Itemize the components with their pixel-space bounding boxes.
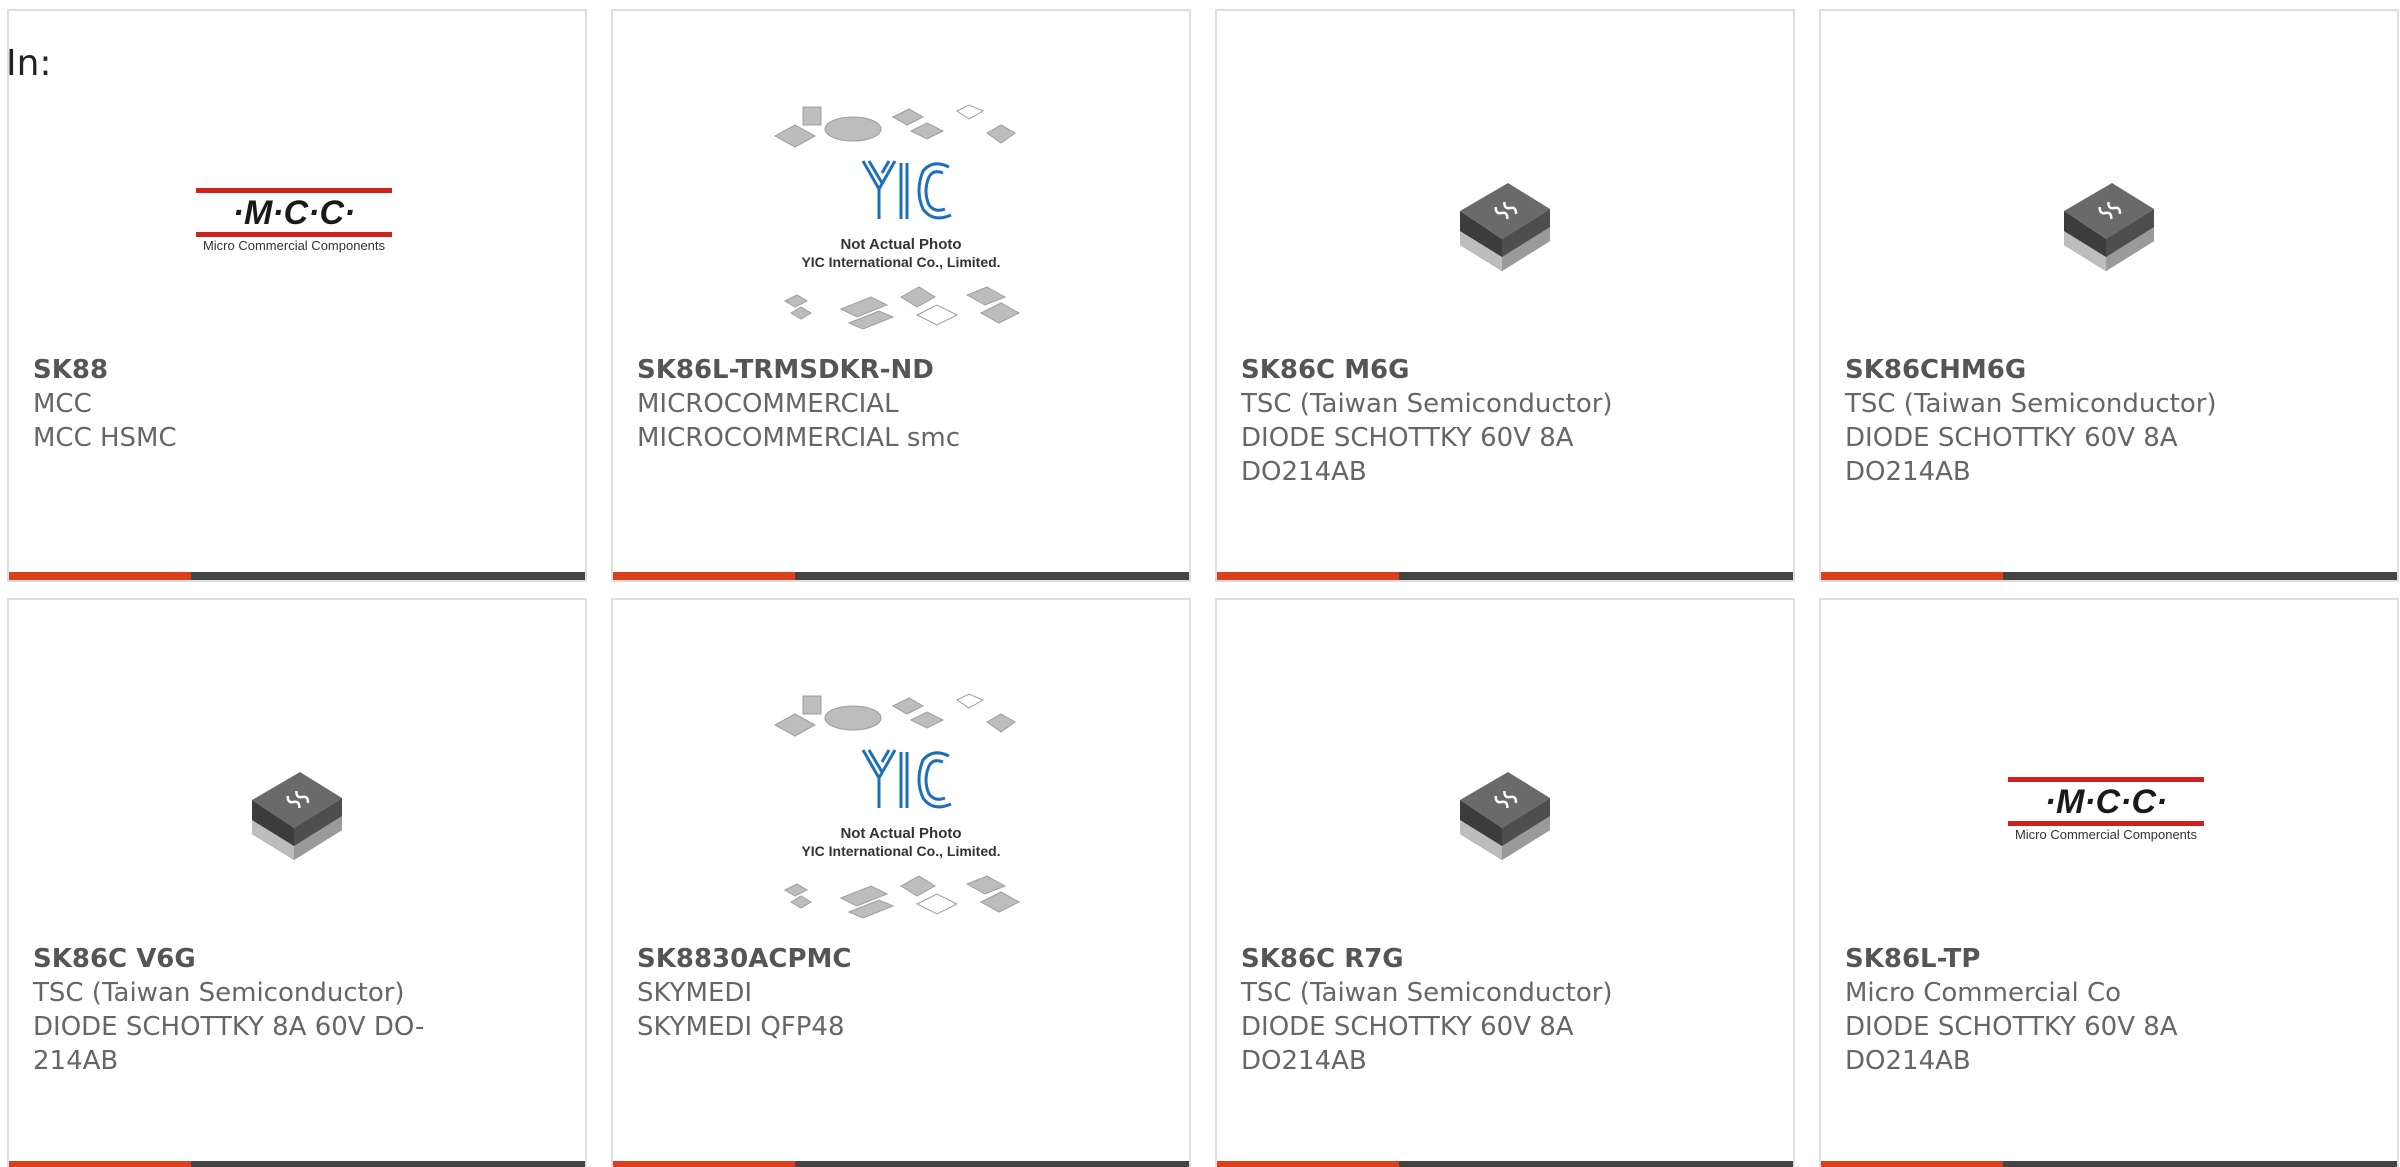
product-info: SK86C R7G TSC (Taiwan Semiconductor) DIO… (1241, 942, 1769, 1078)
description: DIODE SCHOTTKY 60V 8A (1241, 1012, 1574, 1042)
svg-text:Not Actual Photo: Not Actual Photo (840, 236, 961, 253)
product-info: SK86L-TP Micro Commercial Co DIODE SCHOT… (1845, 942, 2373, 1078)
product-info: SK88 MCC MCC HSMC (33, 353, 561, 455)
manufacturer: SKYMEDI (637, 978, 753, 1008)
card-bottom-bar (1217, 572, 1793, 580)
card-bottom-bar (9, 572, 585, 580)
part-number[interactable]: SK86L-TP (1845, 942, 2373, 976)
product-card[interactable]: ·M·C·C· Micro Commercial Components SK88… (7, 9, 587, 582)
in-label: In: (6, 43, 52, 84)
part-number[interactable]: SK86C M6G (1241, 353, 1769, 387)
card-bar-dark (2003, 1161, 2397, 1167)
card-bar-accent (1821, 572, 2003, 580)
manufacturer: TSC (Taiwan Semiconductor) (1845, 389, 2217, 419)
description-extra: 214AB (33, 1046, 119, 1076)
yic-placeholder-image: Not Actual Photo YIC International Co., … (773, 104, 1021, 330)
card-bar-dark (795, 572, 1189, 580)
description: DIODE SCHOTTKY 60V 8A (1241, 423, 1574, 453)
product-info: SK86CHM6G TSC (Taiwan Semiconductor) DIO… (1845, 353, 2373, 489)
product-card[interactable]: Not Actual Photo YIC International Co., … (611, 598, 1191, 1167)
card-bar-accent (1217, 572, 1399, 580)
product-image[interactable] (9, 680, 585, 940)
product-card[interactable]: SK86C V6G TSC (Taiwan Semiconductor) DIO… (7, 598, 587, 1167)
card-bar-accent (9, 572, 191, 580)
part-number[interactable]: SK88 (33, 353, 561, 387)
part-number[interactable]: SK86CHM6G (1845, 353, 2373, 387)
description: MCC HSMC (33, 423, 177, 453)
smd-diode-chip-icon (1460, 772, 1550, 860)
description-extra: DO214AB (1845, 1046, 1971, 1076)
yic-placeholder-image: Not Actual Photo YIC International Co., … (773, 693, 1021, 919)
svg-text:·M·C·C·: ·M·C·C· (2045, 783, 2168, 821)
card-bottom-bar (613, 1161, 1189, 1167)
card-bar-dark (2003, 572, 2397, 580)
product-image[interactable]: Not Actual Photo YIC International Co., … (613, 91, 1189, 351)
product-grid-page: In: ·M·C·C· Micro Commercial Components … (0, 0, 2400, 1167)
product-info: SK86C M6G TSC (Taiwan Semiconductor) DIO… (1241, 353, 1769, 489)
svg-text:YIC International Co., Limited: YIC International Co., Limited. (801, 254, 1000, 270)
product-grid: ·M·C·C· Micro Commercial Components SK88… (7, 9, 2399, 1167)
description: SKYMEDI QFP48 (637, 1012, 845, 1042)
part-number[interactable]: SK86C R7G (1241, 942, 1769, 976)
card-bar-dark (191, 572, 585, 580)
card-bar-accent (613, 572, 795, 580)
product-info: SK86L-TRMSDKR-ND MICROCOMMERCIAL MICROCO… (637, 353, 1165, 455)
smd-diode-chip-icon (2064, 183, 2154, 271)
svg-text:YIC International Co., Limited: YIC International Co., Limited. (801, 843, 1000, 859)
manufacturer: MCC (33, 389, 92, 419)
manufacturer: Micro Commercial Co (1845, 978, 2122, 1008)
description-extra: DO214AB (1845, 457, 1971, 487)
manufacturer: TSC (Taiwan Semiconductor) (33, 978, 405, 1008)
product-image[interactable] (1821, 91, 2397, 351)
card-bar-accent (1821, 1161, 2003, 1167)
description: MICROCOMMERCIAL smc (637, 423, 960, 453)
product-card[interactable]: SK86C M6G TSC (Taiwan Semiconductor) DIO… (1215, 9, 1795, 582)
product-image[interactable]: ·M·C·C· Micro Commercial Components (1821, 680, 2397, 940)
svg-text:·M·C·C·: ·M·C·C· (233, 194, 356, 232)
product-card[interactable]: ·M·C·C· Micro Commercial Components SK86… (1819, 598, 2399, 1167)
card-bar-dark (191, 1161, 585, 1167)
card-bottom-bar (1821, 572, 2397, 580)
card-bar-dark (1399, 572, 1793, 580)
product-image[interactable] (1217, 680, 1793, 940)
product-info: SK86C V6G TSC (Taiwan Semiconductor) DIO… (33, 942, 561, 1078)
manufacturer: MICROCOMMERCIAL (637, 389, 899, 419)
product-image[interactable] (1217, 91, 1793, 351)
description-extra: DO214AB (1241, 1046, 1367, 1076)
manufacturer: TSC (Taiwan Semiconductor) (1241, 978, 1613, 1008)
description: DIODE SCHOTTKY 8A 60V DO- (33, 1012, 425, 1042)
part-number[interactable]: SK8830ACPMC (637, 942, 1165, 976)
svg-text:Micro Commercial Components: Micro Commercial Components (203, 238, 386, 253)
card-bar-accent (1217, 1161, 1399, 1167)
svg-text:Not Actual Photo: Not Actual Photo (840, 825, 961, 842)
manufacturer: TSC (Taiwan Semiconductor) (1241, 389, 1613, 419)
card-bar-dark (795, 1161, 1189, 1167)
product-card[interactable]: Not Actual Photo YIC International Co., … (611, 9, 1191, 582)
card-bar-accent (9, 1161, 191, 1167)
mcc-logo-icon: ·M·C·C· Micro Commercial Components (196, 188, 392, 253)
card-bottom-bar (1217, 1161, 1793, 1167)
part-number[interactable]: SK86C V6G (33, 942, 561, 976)
card-bar-dark (1399, 1161, 1793, 1167)
product-image[interactable]: ·M·C·C· Micro Commercial Components (9, 91, 585, 351)
card-bar-accent (613, 1161, 795, 1167)
part-number[interactable]: SK86L-TRMSDKR-ND (637, 353, 1165, 387)
svg-text:Micro Commercial Components: Micro Commercial Components (2015, 827, 2198, 842)
product-card[interactable]: SK86C R7G TSC (Taiwan Semiconductor) DIO… (1215, 598, 1795, 1167)
description: DIODE SCHOTTKY 60V 8A (1845, 423, 2178, 453)
description: DIODE SCHOTTKY 60V 8A (1845, 1012, 2178, 1042)
card-bottom-bar (9, 1161, 585, 1167)
card-bottom-bar (1821, 1161, 2397, 1167)
description-extra: DO214AB (1241, 457, 1367, 487)
smd-diode-chip-icon (1460, 183, 1550, 271)
card-bottom-bar (613, 572, 1189, 580)
smd-diode-chip-icon (252, 772, 342, 860)
product-info: SK8830ACPMC SKYMEDI SKYMEDI QFP48 (637, 942, 1165, 1044)
mcc-logo-icon: ·M·C·C· Micro Commercial Components (2008, 777, 2204, 842)
product-card[interactable]: SK86CHM6G TSC (Taiwan Semiconductor) DIO… (1819, 9, 2399, 582)
product-image[interactable]: Not Actual Photo YIC International Co., … (613, 680, 1189, 940)
